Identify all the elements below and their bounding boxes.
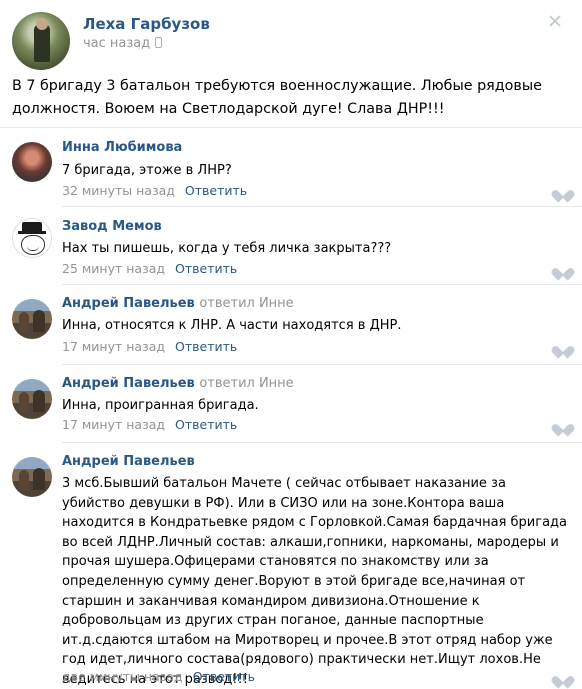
avatar[interactable] — [12, 379, 52, 419]
comment-divider — [62, 364, 582, 365]
post-time-text: час назад — [83, 36, 151, 51]
avatar-person — [19, 392, 29, 412]
comment-time[interactable]: 17 минут назад — [62, 417, 165, 432]
comment-text: 3 мсб.Бывший батальон Мачете ( сейчас от… — [62, 476, 567, 687]
reply-button[interactable]: Ответить — [175, 261, 237, 276]
comment-text: 7 бригада, этоже в ЛНР? — [62, 163, 232, 178]
avatar[interactable] — [12, 218, 52, 258]
comment-meta: две минуты назад Ответить — [62, 669, 255, 684]
reply-button[interactable]: Ответить — [193, 669, 255, 684]
comment-author-name[interactable]: Андрей Павельев — [62, 376, 195, 391]
avatar-head — [36, 18, 48, 30]
comment-meta: 17 минут назад Ответить — [62, 339, 237, 354]
replied-to[interactable]: ответил Инне — [199, 376, 293, 391]
comment-text: Инна, проигранная бригада. — [62, 398, 259, 413]
post-header: Леха Гарбузов час назад — [0, 0, 582, 70]
avatar-person — [33, 390, 45, 412]
reply-button[interactable]: Ответить — [175, 417, 237, 432]
post-author-name[interactable]: Леха Гарбузов — [83, 15, 210, 33]
like-heart-icon[interactable] — [556, 185, 570, 198]
comment-author[interactable]: Инна Любимова — [62, 140, 182, 155]
close-icon[interactable] — [548, 14, 562, 28]
like-heart-icon[interactable] — [556, 419, 570, 432]
comment-text: Нах ты пишешь, когда у тебя личка закрыт… — [62, 241, 392, 256]
avatar-person — [33, 310, 45, 332]
meme-face-icon — [21, 235, 45, 255]
avatar-person — [33, 468, 45, 490]
reply-button[interactable]: Ответить — [175, 339, 237, 354]
comment-author[interactable]: Андрей Павельев — [62, 454, 195, 469]
comment-text: Инна, относятся к ЛНР. А части находятся… — [62, 318, 402, 333]
like-heart-icon[interactable] — [556, 671, 570, 684]
mobile-icon — [155, 37, 163, 48]
comment-time[interactable]: 25 минут назад — [62, 261, 165, 276]
comment-divider — [62, 206, 582, 207]
comment-meta: 17 минут назад Ответить — [62, 417, 237, 432]
like-heart-icon[interactable] — [556, 341, 570, 354]
avatar[interactable] — [12, 457, 52, 497]
comment-author[interactable]: Андрей Павельев ответил Инне — [62, 376, 294, 391]
comment-time[interactable]: 32 минуты назад — [62, 183, 175, 198]
like-heart-icon[interactable] — [556, 263, 570, 276]
comment-author[interactable]: Завод Мемов — [62, 219, 162, 234]
post-text: В 7 бригаду 3 батальон требуются военнос… — [12, 78, 542, 117]
comment-author[interactable]: Андрей Павельев ответил Инне — [62, 296, 294, 311]
comment-meta: 25 минут назад Ответить — [62, 261, 237, 276]
avatar[interactable] — [12, 142, 52, 182]
comment-meta: 32 минуты назад Ответить — [62, 183, 247, 198]
post-divider — [0, 127, 582, 128]
reply-button[interactable]: Ответить — [185, 183, 247, 198]
replied-to[interactable]: ответил Инне — [199, 296, 293, 311]
avatar-person — [19, 312, 29, 332]
hat-brim — [18, 231, 46, 234]
comment-time[interactable]: две минуты назад — [62, 669, 183, 684]
post-timestamp[interactable]: час назад — [83, 36, 163, 51]
avatar[interactable] — [12, 299, 52, 339]
comment-divider — [62, 442, 582, 443]
comment-author-name[interactable]: Андрей Павельев — [62, 296, 195, 311]
post-author-avatar[interactable] — [12, 12, 70, 70]
comment-divider — [62, 284, 582, 285]
avatar-person — [19, 470, 29, 490]
comment-time[interactable]: 17 минут назад — [62, 339, 165, 354]
